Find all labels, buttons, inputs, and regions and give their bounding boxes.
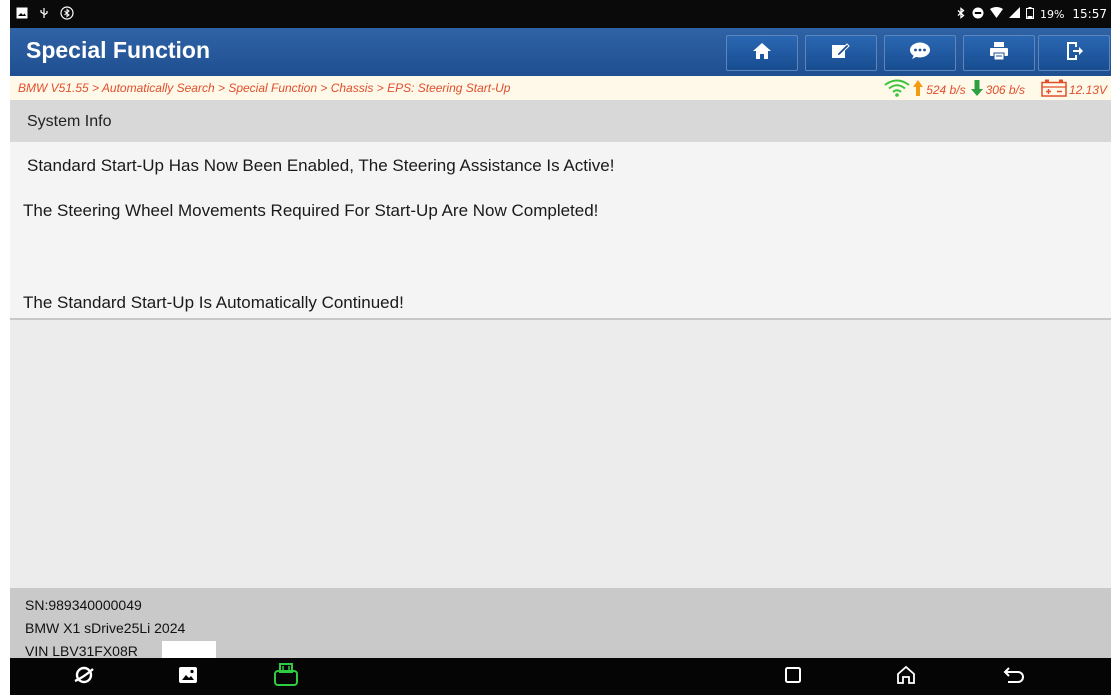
browser-icon <box>73 664 95 691</box>
recent-apps-icon <box>784 666 802 689</box>
battery-voltage: 12.13V <box>1068 82 1107 97</box>
section-title: System Info <box>27 113 112 130</box>
print-icon <box>989 41 1009 66</box>
wifi-signal-icon <box>884 79 910 100</box>
back-icon <box>1003 665 1025 690</box>
vin-redaction <box>162 641 216 658</box>
usb-icon <box>38 7 50 22</box>
back-button[interactable] <box>1000 663 1028 691</box>
car-battery-icon <box>1041 79 1067 100</box>
wifi-icon <box>989 7 1003 21</box>
exit-icon <box>1064 41 1084 66</box>
gallery-button[interactable] <box>174 663 202 691</box>
browser-button[interactable] <box>70 663 98 691</box>
title-bar: Special Function <box>10 28 1111 76</box>
signal-icon <box>1008 7 1020 21</box>
edit-button[interactable] <box>805 35 877 71</box>
home-icon <box>752 42 772 65</box>
message-line: Standard Start-Up Has Now Been Enabled, … <box>27 156 615 175</box>
upload-speed: 524 b/s <box>926 82 966 97</box>
breadcrumb-bar: BMW V51.55 > Automatically Search > Spec… <box>10 76 1111 101</box>
battery-icon <box>1025 6 1034 22</box>
edit-icon <box>831 42 851 65</box>
status-time: 15:57 <box>1072 7 1107 21</box>
connection-stats: 524 b/s 306 b/s 12.13V <box>884 79 1107 100</box>
vehicle-info-footer: SN:989340000049 BMW X1 sDrive25Li 2024 V… <box>10 588 1111 659</box>
section-header: System Info <box>10 100 1111 142</box>
vehicle-model: BMW X1 sDrive25Li 2024 <box>25 620 186 636</box>
message-line: The Steering Wheel Movements Required Fo… <box>23 201 599 220</box>
serial-number: SN:989340000049 <box>25 597 142 613</box>
message-button[interactable] <box>884 35 956 71</box>
recent-apps-button[interactable] <box>779 663 807 691</box>
vci-icon <box>273 662 299 692</box>
do-not-disturb-icon <box>972 7 984 22</box>
message-panel: Standard Start-Up Has Now Been Enabled, … <box>10 142 1111 320</box>
status-bar: 19% 15:57 <box>10 0 1111 28</box>
gallery-icon <box>179 666 197 688</box>
upload-arrow-icon <box>912 79 924 100</box>
main-content: System Info Standard Start-Up Has Now Be… <box>10 100 1111 588</box>
print-button[interactable] <box>963 35 1035 71</box>
vci-button[interactable] <box>272 662 300 692</box>
system-nav-bar <box>10 658 1111 695</box>
message-line: The Standard Start-Up Is Automatically C… <box>23 293 404 312</box>
page-title: Special Function <box>26 37 211 63</box>
download-arrow-icon <box>970 79 984 100</box>
battery-percentage: 19% <box>1039 7 1065 21</box>
image-notification-icon <box>16 7 28 22</box>
bluetooth-settings-icon <box>60 5 74 23</box>
breadcrumb: BMW V51.55 > Automatically Search > Spec… <box>18 81 511 95</box>
home-nav-icon <box>895 664 917 691</box>
message-icon <box>909 42 931 65</box>
exit-button[interactable] <box>1038 35 1110 71</box>
vin-number: VIN LBV31FX08R <box>25 643 138 659</box>
home-nav-button[interactable] <box>892 663 920 691</box>
bluetooth-icon <box>956 6 966 22</box>
download-speed: 306 b/s <box>985 82 1025 97</box>
home-button[interactable] <box>726 35 798 71</box>
